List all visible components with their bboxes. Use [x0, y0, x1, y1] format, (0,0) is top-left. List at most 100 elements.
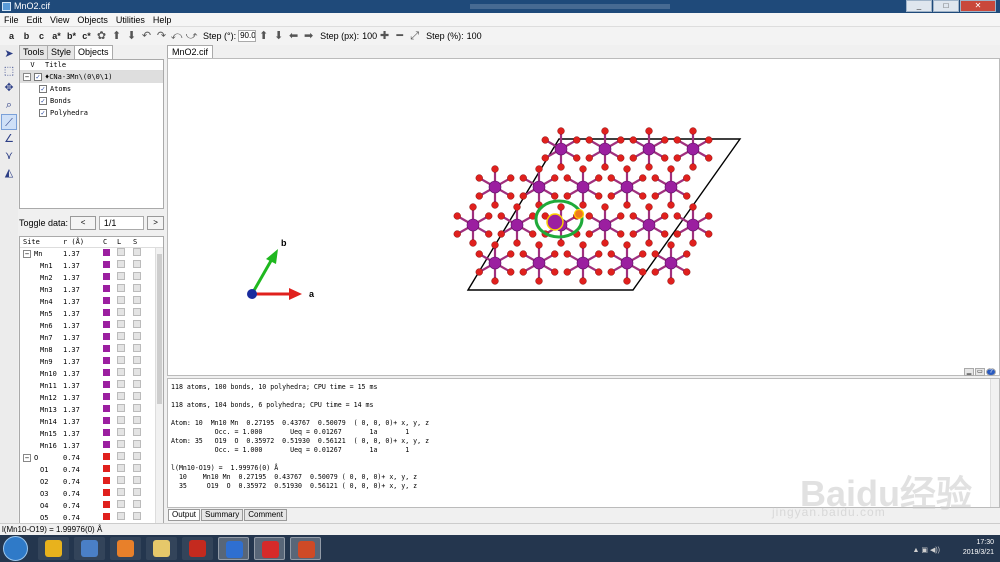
site-show-toggle[interactable]: [133, 248, 149, 260]
label-checkbox[interactable]: [117, 416, 125, 424]
menu-utilities[interactable]: Utilities: [112, 13, 149, 26]
object-row-polyhedra[interactable]: ✓ Polyhedra: [20, 107, 163, 119]
site-show-toggle[interactable]: [133, 392, 149, 404]
site-show-toggle[interactable]: [133, 416, 149, 428]
site-show-toggle[interactable]: [133, 344, 149, 356]
view-along-a-button[interactable]: a: [4, 29, 19, 44]
site-row[interactable]: Mn12 1.37: [20, 392, 163, 404]
site-row[interactable]: Mn13 1.37: [20, 404, 163, 416]
label-checkbox[interactable]: [117, 464, 125, 472]
arrow-up-icon[interactable]: ⬆: [109, 29, 124, 44]
taskbar-powerpoint-icon[interactable]: [290, 537, 321, 560]
view-along-c-star-button[interactable]: c*: [79, 29, 94, 44]
checkbox-phase[interactable]: ✓: [34, 73, 42, 81]
move-left-icon[interactable]: ⬅: [286, 29, 301, 44]
minimize-button[interactable]: _: [906, 0, 932, 12]
select-region-icon[interactable]: ⬚: [1, 63, 17, 79]
site-row[interactable]: O4 0.74: [20, 500, 163, 512]
menu-edit[interactable]: Edit: [23, 13, 47, 26]
taskbar-flower-app-icon[interactable]: [110, 537, 141, 560]
label-checkbox[interactable]: [117, 452, 125, 460]
label-checkbox[interactable]: [117, 356, 125, 364]
zoom-in-icon[interactable]: ✚: [377, 29, 392, 44]
gear-icon[interactable]: ✿: [94, 29, 109, 44]
color-swatch[interactable]: [103, 501, 110, 508]
color-swatch[interactable]: [103, 453, 110, 460]
move-up-icon[interactable]: ⬆: [256, 29, 271, 44]
taskbar-chrome-icon[interactable]: [38, 537, 69, 560]
site-row[interactable]: Mn16 1.37: [20, 440, 163, 452]
taskbar-filezilla-icon[interactable]: [182, 537, 213, 560]
show-checkbox[interactable]: [133, 416, 141, 424]
site-label-toggle[interactable]: [117, 356, 133, 368]
label-checkbox[interactable]: [117, 368, 125, 376]
label-checkbox[interactable]: [117, 248, 125, 256]
show-checkbox[interactable]: [133, 308, 141, 316]
label-checkbox[interactable]: [117, 428, 125, 436]
color-swatch[interactable]: [103, 381, 110, 388]
show-checkbox[interactable]: [133, 464, 141, 472]
site-label-toggle[interactable]: [117, 440, 133, 452]
arrow-down-icon[interactable]: ⬇: [124, 29, 139, 44]
label-checkbox[interactable]: [117, 500, 125, 508]
collapse-icon[interactable]: −: [23, 73, 31, 81]
angle-tool-icon[interactable]: ∠: [1, 131, 17, 147]
menu-view[interactable]: View: [46, 13, 73, 26]
toggle-prev-button[interactable]: <: [70, 216, 96, 230]
taskbar-youdao-icon[interactable]: [254, 537, 285, 560]
show-checkbox[interactable]: [133, 500, 141, 508]
show-checkbox[interactable]: [133, 380, 141, 388]
site-label-toggle[interactable]: [117, 344, 133, 356]
object-row-phase[interactable]: − ✓ ♦CNa-3Mn\(0\0\1): [20, 71, 163, 83]
view-along-b-star-button[interactable]: b*: [64, 29, 79, 44]
step-pct-value[interactable]: 100: [467, 31, 482, 41]
checkbox-polyhedra[interactable]: ✓: [39, 109, 47, 117]
help-icon[interactable]: ?: [986, 368, 996, 376]
taskbar-blue-app-icon[interactable]: [218, 537, 249, 560]
color-swatch[interactable]: [103, 357, 110, 364]
color-swatch[interactable]: [103, 441, 110, 448]
taskbar-folder-icon[interactable]: [146, 537, 177, 560]
site-color[interactable]: [103, 500, 117, 512]
label-checkbox[interactable]: [117, 320, 125, 328]
site-show-toggle[interactable]: [133, 368, 149, 380]
tray-icons[interactable]: ▲ ▣ ◀)): [913, 546, 940, 554]
site-color[interactable]: [103, 440, 117, 452]
site-show-toggle[interactable]: [133, 404, 149, 416]
site-row[interactable]: Mn15 1.37: [20, 428, 163, 440]
site-color[interactable]: [103, 476, 117, 488]
output-scrollbar[interactable]: [990, 379, 999, 507]
site-label-toggle[interactable]: [117, 308, 133, 320]
site-row[interactable]: Mn10 1.37: [20, 368, 163, 380]
site-label-toggle[interactable]: [117, 392, 133, 404]
site-show-toggle[interactable]: [133, 308, 149, 320]
color-swatch[interactable]: [103, 297, 110, 304]
site-color[interactable]: [103, 488, 117, 500]
site-row[interactable]: O3 0.74: [20, 488, 163, 500]
show-checkbox[interactable]: [133, 512, 141, 520]
site-color[interactable]: [103, 380, 117, 392]
output-minimize-button[interactable]: ▁: [964, 368, 974, 376]
site-row[interactable]: Mn14 1.37: [20, 416, 163, 428]
site-show-toggle[interactable]: [133, 440, 149, 452]
view-along-c-button[interactable]: c: [34, 29, 49, 44]
site-label-toggle[interactable]: [117, 320, 133, 332]
menu-file[interactable]: File: [0, 13, 23, 26]
show-checkbox[interactable]: [133, 428, 141, 436]
site-label-toggle[interactable]: [117, 476, 133, 488]
step-degree-input[interactable]: 90.0: [238, 30, 257, 42]
show-checkbox[interactable]: [133, 344, 141, 352]
select-pointer-icon[interactable]: ➤: [1, 46, 17, 62]
menu-objects[interactable]: Objects: [73, 13, 112, 26]
scroll-thumb[interactable]: [157, 254, 162, 404]
site-color[interactable]: [103, 296, 117, 308]
step-px-value[interactable]: 100: [362, 31, 377, 41]
site-row[interactable]: Mn11 1.37: [20, 380, 163, 392]
label-checkbox[interactable]: [117, 272, 125, 280]
site-row[interactable]: Mn4 1.37: [20, 296, 163, 308]
site-color[interactable]: [103, 368, 117, 380]
site-row[interactable]: Mn1 1.37: [20, 260, 163, 272]
site-row[interactable]: Mn2 1.37: [20, 272, 163, 284]
site-row[interactable]: Mn6 1.37: [20, 320, 163, 332]
show-checkbox[interactable]: [133, 248, 141, 256]
